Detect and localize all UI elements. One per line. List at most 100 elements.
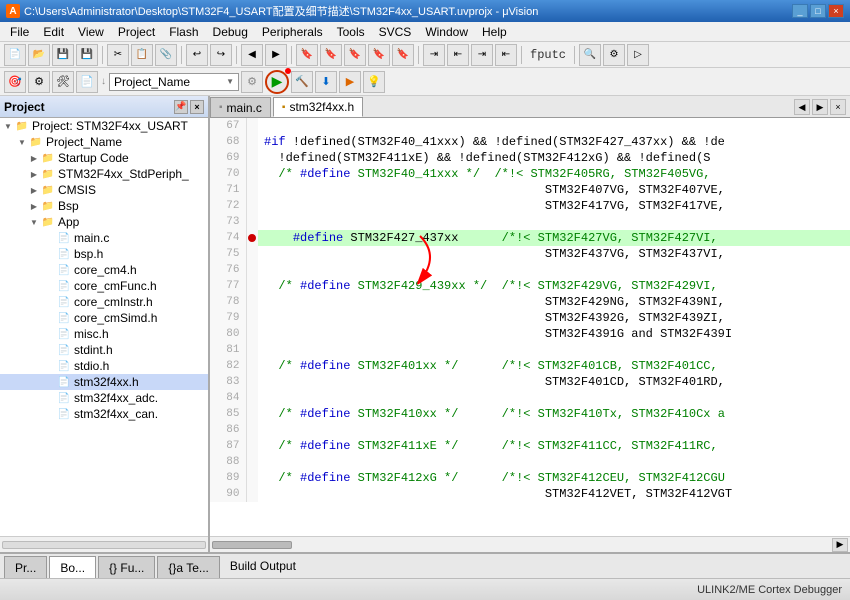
paste-button[interactable]: 📎 xyxy=(155,44,177,66)
breakpoint-col[interactable] xyxy=(246,230,258,246)
undo-button[interactable]: ↩ xyxy=(186,44,208,66)
cut-button[interactable]: ✂ xyxy=(107,44,129,66)
menu-debug[interactable]: Debug xyxy=(207,23,254,41)
indent-button[interactable]: ⇥ xyxy=(423,44,445,66)
menu-view[interactable]: View xyxy=(72,23,110,41)
tree-root[interactable]: ▼ 📁 Project: STM32F4xx_USART xyxy=(0,118,208,134)
sidebar-close-button[interactable]: × xyxy=(190,100,204,114)
tab-mainc[interactable]: ▪ main.c xyxy=(210,97,271,117)
sidebar-item-misch[interactable]: ▶ 📄 misc.h xyxy=(0,326,208,342)
save-all-button[interactable]: 💾 xyxy=(76,44,98,66)
close-button[interactable]: × xyxy=(828,4,844,18)
breakpoint-col[interactable] xyxy=(246,342,258,358)
menu-flash[interactable]: Flash xyxy=(163,23,204,41)
target-button[interactable]: 🎯 xyxy=(4,71,26,93)
download-btn[interactable]: ⬇ xyxy=(315,71,337,93)
sidebar-item-stm32h[interactable]: ▶ 📄 stm32f4xx.h xyxy=(0,374,208,390)
breakpoint-col[interactable] xyxy=(246,262,258,278)
bookmark3-button[interactable]: 🔖 xyxy=(344,44,366,66)
breakpoint-col[interactable] xyxy=(246,326,258,342)
bookmark2-button[interactable]: 🔖 xyxy=(320,44,342,66)
file-button[interactable]: 📄 xyxy=(76,71,98,93)
sidebar-item-stdintt[interactable]: ▶ 📄 stdint.h xyxy=(0,342,208,358)
breakpoint-col[interactable] xyxy=(246,470,258,486)
menu-help[interactable]: Help xyxy=(476,23,513,41)
breakpoint-col[interactable] xyxy=(246,358,258,374)
breakpoint-col[interactable] xyxy=(246,294,258,310)
breakpoint-col[interactable] xyxy=(246,134,258,150)
menu-svcs[interactable]: SVCS xyxy=(373,23,418,41)
build2-btn[interactable]: 🔨 xyxy=(291,71,313,93)
redo-button[interactable]: ↪ xyxy=(210,44,232,66)
tab-close-button[interactable]: × xyxy=(830,99,846,115)
rebuild-button[interactable]: ▶ xyxy=(265,70,289,94)
scroll-right-button[interactable]: ▶ xyxy=(832,538,848,552)
menu-project[interactable]: Project xyxy=(112,23,161,41)
bottom-tab-templates[interactable]: {}a Te... xyxy=(157,556,219,578)
search-button[interactable]: 🔍 xyxy=(579,44,601,66)
breakpoint-col[interactable] xyxy=(246,166,258,182)
maximize-button[interactable]: □ xyxy=(810,4,826,18)
breakpoint-col[interactable] xyxy=(246,214,258,230)
sidebar-hscroll-thumb[interactable] xyxy=(2,541,206,549)
breakpoint-col[interactable] xyxy=(246,198,258,214)
unindent2-button[interactable]: ⇤ xyxy=(495,44,517,66)
breakpoint-col[interactable] xyxy=(246,422,258,438)
sidebar-item-stdperiph[interactable]: ▶ 📁 STM32F4xx_StdPeriph_ xyxy=(0,166,208,182)
breakpoint-col[interactable] xyxy=(246,310,258,326)
bookmark4-button[interactable]: 🔖 xyxy=(368,44,390,66)
breakpoint-col[interactable] xyxy=(246,246,258,262)
menu-peripherals[interactable]: Peripherals xyxy=(256,23,329,41)
sidebar-hscroll[interactable] xyxy=(0,536,208,552)
sidebar-item-stm32can[interactable]: ▶ 📄 stm32f4xx_can. xyxy=(0,406,208,422)
project-name-box[interactable]: Project_Name ▼ xyxy=(109,73,239,91)
sidebar-pin-button[interactable]: 📌 xyxy=(174,100,188,114)
menu-tools[interactable]: Tools xyxy=(331,23,371,41)
sidebar-header-buttons[interactable]: 📌 × xyxy=(174,100,204,114)
nav-back-button[interactable]: ◀ xyxy=(241,44,263,66)
menu-edit[interactable]: Edit xyxy=(37,23,70,41)
bottom-tab-funcs[interactable]: {} Fu... xyxy=(98,556,155,578)
sidebar-item-corecmfunc[interactable]: ▶ 📄 core_cmFunc.h xyxy=(0,278,208,294)
sidebar-item-bsp[interactable]: ▶ 📁 Bsp xyxy=(0,198,208,214)
editor-hscroll[interactable]: ▶ xyxy=(210,536,850,552)
breakpoint-col[interactable] xyxy=(246,182,258,198)
breakpoint-col[interactable] xyxy=(246,118,258,134)
sidebar-item-corecminstr[interactable]: ▶ 📄 core_cmInstr.h xyxy=(0,294,208,310)
breakpoint-col[interactable] xyxy=(246,390,258,406)
breakpoint-col[interactable] xyxy=(246,278,258,294)
sidebar-item-bsph[interactable]: ▶ 📄 bsp.h xyxy=(0,246,208,262)
sidebar-item-mainc[interactable]: ▶ 📄 main.c xyxy=(0,230,208,246)
copy-button[interactable]: 📋 xyxy=(131,44,153,66)
sidebar-item-corecmsimd[interactable]: ▶ 📄 core_cmSimd.h xyxy=(0,310,208,326)
breakpoint-col[interactable] xyxy=(246,374,258,390)
sidebar-item-cmsis[interactable]: ▶ 📁 CMSIS xyxy=(0,182,208,198)
new-file-button[interactable]: 📄 xyxy=(4,44,26,66)
tab-nav-right-button[interactable]: ▶ xyxy=(812,99,828,115)
menu-file[interactable]: File xyxy=(4,23,35,41)
minimize-button[interactable]: _ xyxy=(792,4,808,18)
indent2-button[interactable]: ⇥ xyxy=(471,44,493,66)
sidebar-item-startup-code[interactable]: ▶ 📁 Startup Code xyxy=(0,150,208,166)
tab-stm32h[interactable]: ▪ stm32f4xx.h xyxy=(273,97,363,117)
breakpoint-col[interactable] xyxy=(246,438,258,454)
extra-btn[interactable]: 💡 xyxy=(363,71,385,93)
code-editor[interactable]: 67 68#if !defined(STM32F40_41xxx) && !de… xyxy=(210,118,850,536)
breakpoint-col[interactable] xyxy=(246,486,258,502)
breakpoint-col[interactable] xyxy=(246,150,258,166)
bookmark-button[interactable]: 🔖 xyxy=(296,44,318,66)
debug-btn[interactable]: ▶ xyxy=(339,71,361,93)
editor-hscroll-thumb[interactable] xyxy=(212,541,292,549)
options2-button[interactable]: 🛠 xyxy=(52,71,74,93)
bottom-tab-build[interactable]: Bo... xyxy=(49,556,96,578)
window-controls[interactable]: _ □ × xyxy=(792,4,844,18)
tree-project-name[interactable]: ▼ 📁 Project_Name xyxy=(0,134,208,150)
sidebar-item-stdioh[interactable]: ▶ 📄 stdio.h xyxy=(0,358,208,374)
unindent-button[interactable]: ⇤ xyxy=(447,44,469,66)
bottom-tab-project[interactable]: Pr... xyxy=(4,556,47,578)
sidebar-item-app[interactable]: ▼ 📁 App xyxy=(0,214,208,230)
breakpoint-col[interactable] xyxy=(246,454,258,470)
settings-button[interactable]: ⚙ xyxy=(603,44,625,66)
open-file-button[interactable]: 📂 xyxy=(28,44,50,66)
options-button[interactable]: ⚙ xyxy=(28,71,50,93)
